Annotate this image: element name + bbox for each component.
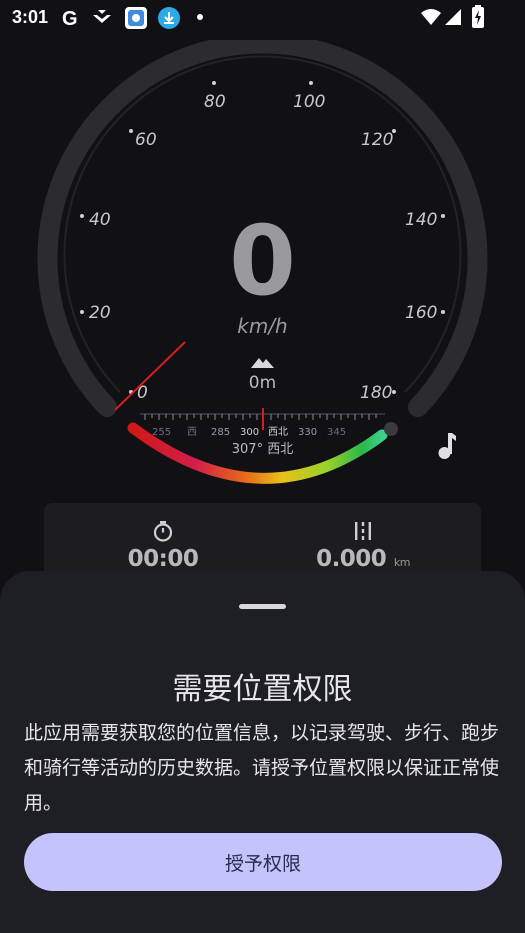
stopwatch-icon (153, 521, 173, 542)
compass-tick-northwest: 西北 (268, 426, 288, 438)
speed-value: 0 (229, 205, 296, 317)
app-icon (125, 7, 147, 29)
compass-tick-345: 345 (327, 427, 346, 438)
scale-label-80: 80 (204, 92, 226, 112)
sheet-body-text: 此应用需要获取您的位置信息，以记录驾驶、步行、跑步和骑行等活动的历史数据。请授予… (24, 722, 500, 814)
google-g-icon: G (62, 8, 78, 29)
download-icon (158, 7, 180, 29)
compass-tick-west: 西 (187, 427, 197, 438)
compass-strip: 255 西 285 300 西北 330 345 (140, 408, 385, 438)
dot-icon (197, 14, 203, 20)
timer-stat: 00:00 (54, 503, 272, 572)
distance-number: 0.000 (316, 546, 387, 572)
scale-label-60: 60 (135, 130, 157, 150)
speed-unit: km/h (237, 314, 288, 338)
distance-stat: 0.000 km (254, 503, 472, 572)
compass-tick-330: 330 (298, 427, 317, 438)
distance-unit: km (393, 556, 411, 569)
status-time: 3:01 (12, 7, 49, 27)
status-bar: 3:01 G (0, 0, 525, 36)
battery-charging-icon (472, 5, 484, 28)
distance-value: 0.000 km (254, 546, 472, 572)
permission-bottom-sheet: 需要位置权限 此应用需要获取您的位置信息，以记录驾驶、步行、跑步和骑行等活动的历… (0, 571, 525, 933)
svg-text:G: G (62, 8, 78, 29)
grant-permission-button[interactable]: 授予权限 (24, 833, 502, 891)
music-button[interactable] (430, 428, 464, 466)
altitude-value: 0m (248, 373, 277, 393)
drag-handle[interactable] (239, 604, 286, 609)
scale-label-120: 120 (361, 130, 393, 150)
road-distance-icon (355, 522, 371, 540)
sheet-title: 需要位置权限 (172, 672, 353, 707)
timer-value: 00:00 (127, 546, 199, 572)
compass-tick-255: 255 (152, 427, 171, 438)
scale-label-100: 100 (293, 92, 325, 112)
mountain-icon (251, 358, 274, 368)
wifi-icon (421, 9, 441, 25)
download-arrow-icon (93, 10, 111, 23)
speed-arc-end-knob (384, 422, 398, 436)
compass-tick-300: 300 (240, 427, 259, 438)
compass-tick-285: 285 (211, 427, 230, 438)
signal-icon (445, 9, 461, 25)
